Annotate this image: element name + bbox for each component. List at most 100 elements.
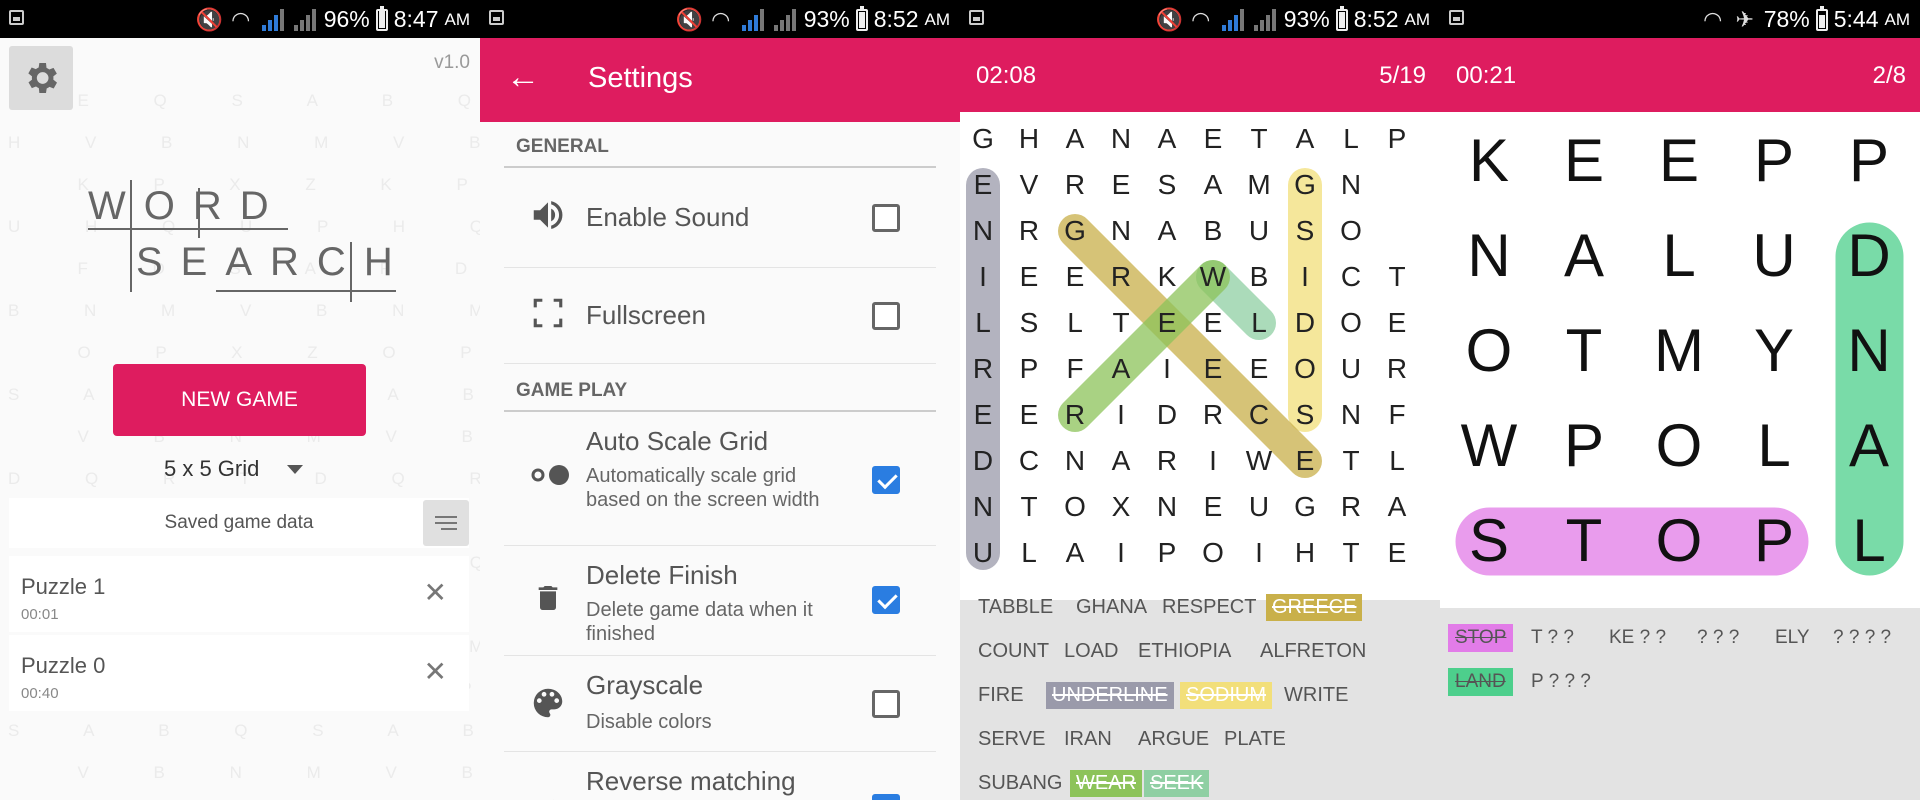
grid-cell[interactable]: P xyxy=(1822,114,1916,208)
grid-cell[interactable]: E xyxy=(960,162,1006,208)
grid-cell[interactable]: N xyxy=(1822,304,1916,398)
grid-cell[interactable]: W xyxy=(1442,399,1536,493)
grid-cell[interactable]: E xyxy=(1006,254,1052,300)
grid-cell[interactable]: T xyxy=(1374,254,1420,300)
grid-cell[interactable]: U xyxy=(1328,346,1374,392)
grid-cell[interactable]: A xyxy=(1537,209,1631,303)
grid-cell[interactable]: P xyxy=(1374,116,1420,162)
grid-cell[interactable]: G xyxy=(1282,484,1328,530)
setting-auto-scale-grid[interactable]: Auto Scale Grid Automatically scale grid… xyxy=(504,412,936,546)
saved-puzzle-item[interactable]: Puzzle 0 00:40 ✕ xyxy=(9,635,469,711)
grid-cell[interactable]: U xyxy=(1236,484,1282,530)
grid-cell[interactable]: A xyxy=(1098,438,1144,484)
grid-cell[interactable]: P xyxy=(1144,530,1190,576)
grid-cell[interactable]: A xyxy=(1052,530,1098,576)
grid-cell[interactable]: Y xyxy=(1727,304,1821,398)
close-icon[interactable]: ✕ xyxy=(424,655,447,688)
grid-cell[interactable]: B xyxy=(1236,254,1282,300)
grid-cell[interactable]: T xyxy=(1537,304,1631,398)
grid-cell[interactable]: H xyxy=(1006,116,1052,162)
grid-cell[interactable]: U xyxy=(1236,208,1282,254)
grid-cell[interactable]: R xyxy=(1374,346,1420,392)
grid-cell[interactable]: L xyxy=(1822,494,1916,588)
grid-cell[interactable]: N xyxy=(1098,208,1144,254)
grid-cell[interactable]: A xyxy=(1190,162,1236,208)
grid-cell[interactable]: N xyxy=(1442,209,1536,303)
grid-cell[interactable]: I xyxy=(960,254,1006,300)
grid-cell[interactable]: N xyxy=(960,208,1006,254)
grid-cell[interactable]: L xyxy=(1374,438,1420,484)
grid-cell[interactable]: P xyxy=(1727,494,1821,588)
grid-cell[interactable]: K xyxy=(1442,114,1536,208)
grid-cell[interactable]: E xyxy=(960,392,1006,438)
grid-cell[interactable]: N xyxy=(960,484,1006,530)
grid-cell[interactable]: D xyxy=(960,438,1006,484)
fullscreen-checkbox[interactable] xyxy=(872,302,900,330)
enable-sound-checkbox[interactable] xyxy=(872,204,900,232)
setting-fullscreen[interactable]: Fullscreen xyxy=(504,268,936,364)
grid-size-dropdown[interactable]: 5 x 5 Grid xyxy=(164,456,304,482)
grid-cell[interactable]: X xyxy=(1098,484,1144,530)
grid-cell[interactable]: R xyxy=(1052,392,1098,438)
grid-cell[interactable]: E xyxy=(1190,346,1236,392)
grid-cell[interactable]: A xyxy=(1282,116,1328,162)
auto-scale-checkbox[interactable] xyxy=(872,466,900,494)
letter-grid[interactable]: KEEPPNALUDOTMYNWPOLASTOPL xyxy=(1440,112,1920,608)
grid-cell[interactable]: I xyxy=(1144,346,1190,392)
delete-finish-checkbox[interactable] xyxy=(872,586,900,614)
grid-cell[interactable]: E xyxy=(1190,484,1236,530)
grid-cell[interactable]: T xyxy=(1006,484,1052,530)
grid-cell[interactable]: I xyxy=(1098,392,1144,438)
setting-enable-sound[interactable]: Enable Sound xyxy=(504,168,936,268)
grid-cell[interactable]: L xyxy=(1632,209,1726,303)
grid-cell[interactable]: T xyxy=(1236,116,1282,162)
grid-cell[interactable]: O xyxy=(1328,208,1374,254)
grid-cell[interactable]: T xyxy=(1328,438,1374,484)
close-icon[interactable]: ✕ xyxy=(424,576,447,609)
setting-grayscale[interactable]: Grayscale Disable colors xyxy=(504,656,936,752)
grid-cell[interactable]: O xyxy=(1442,304,1536,398)
grid-cell[interactable]: O xyxy=(1190,530,1236,576)
grid-cell[interactable]: R xyxy=(1052,162,1098,208)
grid-cell[interactable]: O xyxy=(1632,399,1726,493)
grid-cell[interactable]: S xyxy=(1144,162,1190,208)
grid-cell[interactable]: N xyxy=(1328,162,1374,208)
letter-grid[interactable]: GHANAETALPEVRESAMGNNRGNABUSOIEERKWBICTLS… xyxy=(960,112,1440,600)
grid-cell[interactable]: L xyxy=(1006,530,1052,576)
grid-cell[interactable]: C xyxy=(1328,254,1374,300)
grid-cell[interactable]: I xyxy=(1282,254,1328,300)
grid-cell[interactable]: L xyxy=(960,300,1006,346)
grid-cell[interactable]: E xyxy=(1374,530,1420,576)
grid-cell[interactable]: O xyxy=(1328,300,1374,346)
grid-cell[interactable]: A xyxy=(1144,116,1190,162)
reverse-matching-checkbox[interactable] xyxy=(872,794,900,800)
grid-cell[interactable]: N xyxy=(1328,392,1374,438)
grid-cell[interactable]: L xyxy=(1727,399,1821,493)
grid-cell[interactable]: E xyxy=(1098,162,1144,208)
grid-cell[interactable]: F xyxy=(1052,346,1098,392)
grid-cell[interactable]: S xyxy=(1006,300,1052,346)
grid-cell[interactable]: N xyxy=(1144,484,1190,530)
grid-cell[interactable]: F xyxy=(1374,392,1420,438)
grid-cell[interactable]: P xyxy=(1727,114,1821,208)
grid-cell[interactable]: W xyxy=(1190,254,1236,300)
grid-cell[interactable]: T xyxy=(1098,300,1144,346)
grid-cell[interactable]: R xyxy=(1144,438,1190,484)
grid-cell[interactable]: S xyxy=(1282,392,1328,438)
grid-cell[interactable]: L xyxy=(1236,300,1282,346)
grid-cell[interactable]: R xyxy=(1328,484,1374,530)
grid-cell[interactable]: M xyxy=(1236,162,1282,208)
back-arrow-icon[interactable]: ← xyxy=(506,58,540,97)
grid-cell[interactable]: U xyxy=(1727,209,1821,303)
grid-cell[interactable]: K xyxy=(1144,254,1190,300)
grid-cell[interactable]: G xyxy=(1282,162,1328,208)
grid-cell[interactable]: I xyxy=(1236,530,1282,576)
grid-cell[interactable]: C xyxy=(1006,438,1052,484)
grid-cell[interactable]: E xyxy=(1236,346,1282,392)
saved-puzzle-item[interactable]: Puzzle 1 00:01 ✕ xyxy=(9,556,469,632)
grid-cell[interactable]: H xyxy=(1282,530,1328,576)
grid-cell[interactable]: O xyxy=(1052,484,1098,530)
grid-cell[interactable]: E xyxy=(1006,392,1052,438)
grid-cell[interactable]: S xyxy=(1442,494,1536,588)
grid-cell[interactable]: R xyxy=(1098,254,1144,300)
